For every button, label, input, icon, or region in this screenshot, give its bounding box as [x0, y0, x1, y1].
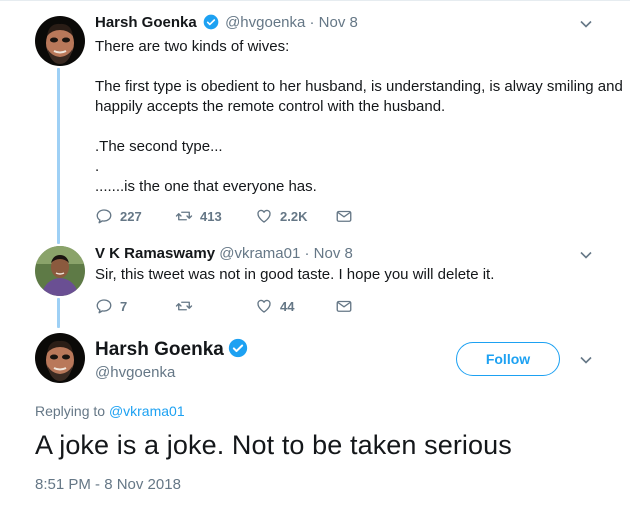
- tweet-timestamp[interactable]: 8:51 PM - 8 Nov 2018: [35, 476, 181, 493]
- chevron-down-icon[interactable]: [578, 16, 594, 32]
- like-count: 2.2K: [280, 208, 308, 224]
- tweet-line: There are two kinds of wives:: [95, 38, 290, 55]
- direct-message-icon: [336, 300, 352, 312]
- retweet-icon: [175, 301, 193, 311]
- like-button[interactable]: 44: [255, 296, 294, 316]
- tweet-header: V K Ramaswamy @vkrama01 · Nov 8: [95, 245, 353, 262]
- verified-badge-icon: [203, 14, 219, 30]
- tweet-line: The first type is obedient to her husban…: [95, 78, 623, 95]
- avatar[interactable]: [35, 333, 85, 383]
- like-count: 44: [280, 298, 295, 314]
- like-icon: [257, 209, 271, 223]
- follow-button[interactable]: Follow: [456, 342, 560, 376]
- tweet-line: .......is the one that everyone has.: [95, 178, 317, 195]
- author-name[interactable]: Harsh Goenka: [95, 339, 224, 360]
- retweet-count: 413: [200, 208, 222, 224]
- tweet-line: .The second type...: [95, 138, 223, 155]
- like-icon: [257, 299, 271, 313]
- author-name[interactable]: Harsh Goenka: [95, 14, 197, 31]
- author-handle[interactable]: @vkrama01: [219, 245, 300, 262]
- verified-badge-icon: [228, 338, 247, 358]
- chevron-down-icon[interactable]: [578, 247, 594, 263]
- retweet-button[interactable]: [175, 296, 200, 316]
- thread-connector-line: [57, 298, 60, 328]
- reply-icon: [96, 299, 112, 314]
- tweet-line: [95, 117, 610, 137]
- direct-message-icon: [336, 210, 352, 222]
- retweet-icon: [175, 211, 193, 221]
- main-author-name-row: Harsh Goenka: [95, 338, 250, 361]
- tweet-header: Harsh Goenka @hvgoenka · Nov 8: [95, 14, 358, 31]
- avatar[interactable]: [35, 16, 85, 66]
- replying-to: Replying to @vkrama01: [35, 403, 185, 419]
- reply-button[interactable]: 227: [95, 206, 142, 226]
- tweet-date[interactable]: · Nov 8: [305, 245, 353, 262]
- author-handle[interactable]: @hvgoenka: [225, 14, 305, 31]
- tweet-date[interactable]: · Nov 8: [310, 14, 358, 31]
- reply-count: 227: [120, 208, 142, 224]
- author-handle[interactable]: @hvgoenka: [95, 364, 175, 381]
- replying-prefix: Replying to: [35, 403, 106, 419]
- tweet-line: [95, 57, 610, 77]
- like-button[interactable]: 2.2K: [255, 206, 307, 226]
- retweet-button[interactable]: 413: [175, 206, 222, 226]
- direct-message-button[interactable]: [335, 296, 353, 316]
- tweet-line: happily accepts the remote control with …: [95, 98, 446, 115]
- tweet-text: Sir, this tweet was not in good taste. I…: [95, 266, 495, 283]
- author-name[interactable]: V K Ramaswamy: [95, 245, 215, 262]
- main-tweet-text: A joke is a joke. Not to be taken seriou…: [35, 430, 512, 460]
- replying-to-link[interactable]: @vkrama01: [109, 403, 185, 419]
- avatar[interactable]: [35, 246, 85, 296]
- top-divider: [0, 0, 630, 1]
- tweet-line: .: [95, 158, 100, 175]
- chevron-down-icon[interactable]: [578, 352, 594, 368]
- tweet-text: There are two kinds of wives: The first …: [95, 37, 623, 197]
- direct-message-button[interactable]: [335, 206, 353, 226]
- reply-icon: [96, 209, 112, 224]
- thread-connector-line: [57, 68, 60, 244]
- reply-count: 7: [120, 298, 128, 314]
- reply-button[interactable]: 7: [95, 296, 127, 316]
